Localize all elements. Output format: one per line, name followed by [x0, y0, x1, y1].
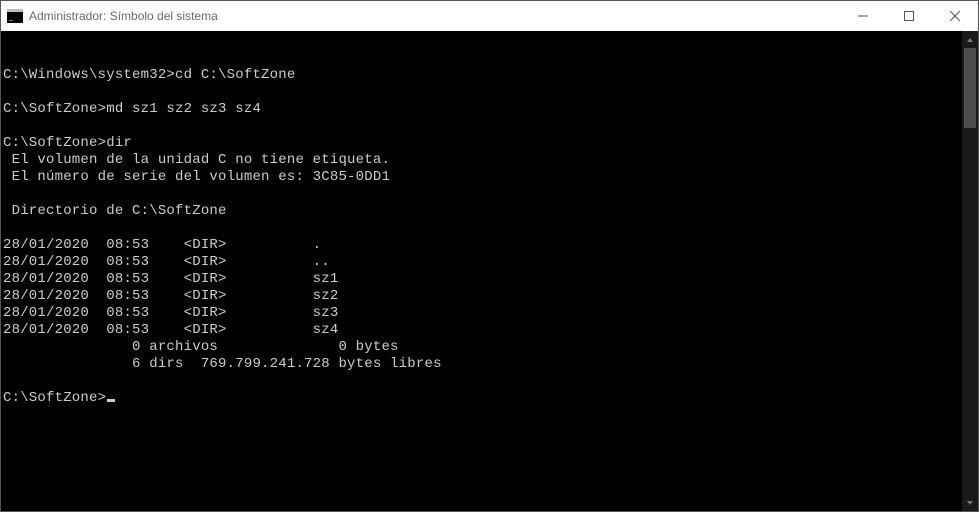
terminal-line: C:\SoftZone> [3, 390, 976, 407]
vertical-scrollbar[interactable] [962, 31, 978, 511]
terminal-line: C:\SoftZone>dir [3, 135, 976, 152]
prompt: C:\SoftZone> [3, 390, 106, 406]
terminal-line: 28/01/2020 08:53 <DIR> .. [3, 254, 976, 271]
prompt: C:\SoftZone> [3, 135, 106, 151]
terminal-output: C:\Windows\system32>cd C:\SoftZone C:\So… [3, 67, 976, 407]
terminal-line [3, 84, 976, 101]
terminal-line [3, 373, 976, 390]
terminal-line [3, 118, 976, 135]
terminal-line: Directorio de C:\SoftZone [3, 203, 976, 220]
window-titlebar[interactable]: _ Administrador: Símbolo del sistema [1, 1, 978, 31]
close-button[interactable] [932, 1, 978, 31]
terminal-line: 6 dirs 769.799.241.728 bytes libres [3, 356, 976, 373]
terminal-line: 28/01/2020 08:53 <DIR> sz3 [3, 305, 976, 322]
terminal-line: El número de serie del volumen es: 3C85-… [3, 169, 976, 186]
scrollbar-down-arrow[interactable] [962, 494, 978, 511]
terminal-line: C:\SoftZone>md sz1 sz2 sz3 sz4 [3, 101, 976, 118]
window-title: Administrador: Símbolo del sistema [29, 9, 218, 23]
command-text: dir [106, 135, 132, 151]
scrollbar-up-arrow[interactable] [962, 31, 978, 48]
command-text: md sz1 sz2 sz3 sz4 [106, 101, 261, 117]
terminal-line: 28/01/2020 08:53 <DIR> sz4 [3, 322, 976, 339]
terminal-line: 28/01/2020 08:53 <DIR> sz1 [3, 271, 976, 288]
terminal-line: 0 archivos 0 bytes [3, 339, 976, 356]
command-text: cd C:\SoftZone [175, 67, 295, 83]
cursor [107, 399, 115, 402]
terminal-line: 28/01/2020 08:53 <DIR> sz2 [3, 288, 976, 305]
terminal-line: 28/01/2020 08:53 <DIR> . [3, 237, 976, 254]
terminal-area[interactable]: C:\Windows\system32>cd C:\SoftZone C:\So… [1, 31, 978, 511]
window-controls [840, 1, 978, 31]
terminal-line: El volumen de la unidad C no tiene etiqu… [3, 152, 976, 169]
scrollbar-thumb[interactable] [964, 48, 976, 128]
prompt: C:\SoftZone> [3, 101, 106, 117]
maximize-button[interactable] [886, 1, 932, 31]
terminal-line [3, 220, 976, 237]
cmd-icon: _ [7, 8, 23, 24]
terminal-line [3, 186, 976, 203]
minimize-button[interactable] [840, 1, 886, 31]
prompt: C:\Windows\system32> [3, 67, 175, 83]
terminal-line: C:\Windows\system32>cd C:\SoftZone [3, 67, 976, 84]
